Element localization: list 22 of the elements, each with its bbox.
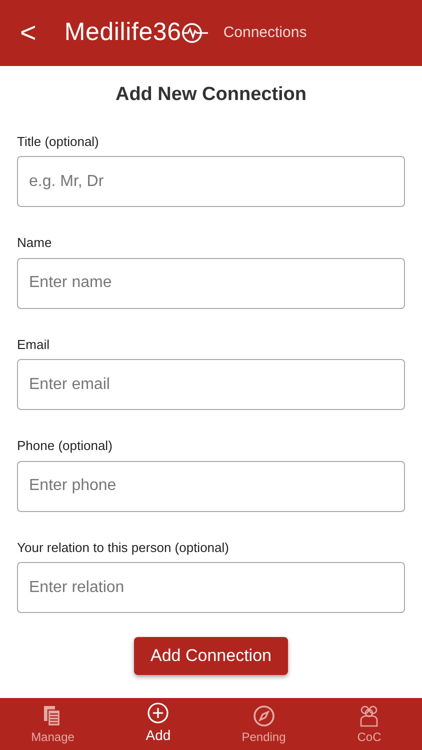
field-label: Title (optional)	[17, 132, 99, 151]
logo-text: Medilife36	[64, 17, 182, 48]
tab-item[interactable]: Manage	[0, 698, 106, 750]
plus-circle-icon	[146, 701, 170, 725]
input-field[interactable]: e.g. Mr, Dr	[17, 156, 405, 207]
field-label: Name	[17, 234, 52, 252]
compass-icon	[252, 704, 276, 728]
tab-item[interactable]: Add	[106, 698, 211, 750]
input-field[interactable]: Enter name	[17, 258, 405, 308]
input-field[interactable]: Enter email	[17, 359, 405, 410]
field-label: Phone (optional)	[17, 437, 112, 455]
add-connection-button[interactable]: Add Connection	[134, 637, 288, 674]
field-label: Your relation to this person (optional)	[17, 538, 229, 557]
input-field[interactable]: Enter phone	[17, 460, 405, 512]
input-field[interactable]: Enter relation	[17, 562, 405, 613]
tab-item[interactable]: CoC	[316, 698, 422, 750]
tab-item[interactable]: Pending	[211, 698, 316, 750]
back-button[interactable]: <	[14, 19, 42, 47]
heart-pulse-icon	[181, 22, 210, 44]
form-title: Add New Connection	[115, 84, 307, 105]
field-label: Email	[17, 336, 50, 354]
page-subtitle: Connections	[223, 22, 307, 43]
